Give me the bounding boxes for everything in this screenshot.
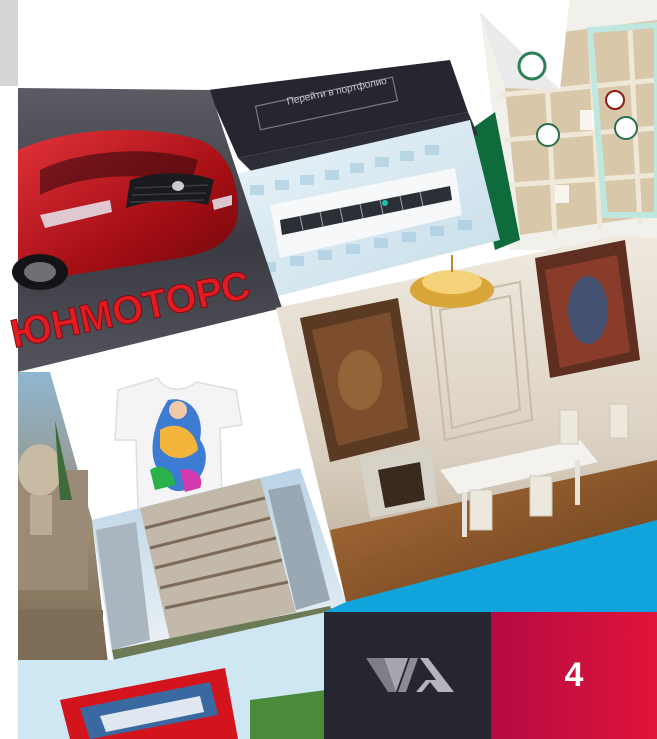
porcelain-tile xyxy=(470,0,657,250)
corner-block xyxy=(0,0,18,86)
page-number: 4 xyxy=(564,656,584,694)
portfolio-collage-page: ЮНМОТОРС Перейти в портфолио 4 xyxy=(0,0,657,739)
